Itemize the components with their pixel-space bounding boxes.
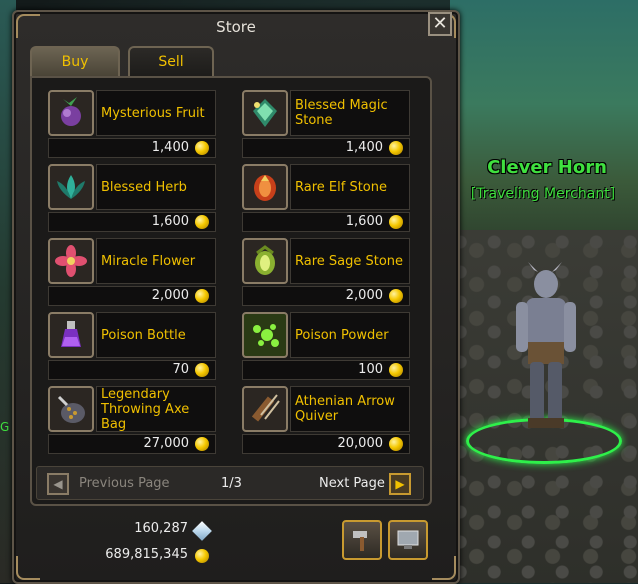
- gold-coin-icon: [195, 215, 209, 229]
- item-name: Mysterious Fruit: [96, 90, 216, 136]
- shop-item-rare-sage-stone[interactable]: Rare Sage Stone 2,000: [242, 238, 412, 306]
- sage-stone-icon: [242, 238, 288, 284]
- tab-sell[interactable]: Sell: [128, 46, 214, 76]
- gold-coin-icon: [389, 363, 403, 377]
- item-price: 27,000: [48, 434, 216, 454]
- item-name: Rare Sage Stone: [290, 238, 410, 284]
- item-name: Poison Bottle: [96, 312, 216, 358]
- npc-name: Clever Horn: [487, 157, 607, 178]
- gold-coin-icon: [389, 215, 403, 229]
- item-name: Athenian Arrow Quiver: [290, 386, 410, 432]
- shop-item-blessed-herb[interactable]: Blessed Herb 1,600: [48, 164, 218, 232]
- previous-page-button[interactable]: ◀: [47, 473, 69, 495]
- poison-bottle-icon: [48, 312, 94, 358]
- shop-item-athenian-arrow-quiver[interactable]: Athenian Arrow Quiver 20,000: [242, 386, 412, 454]
- offscreen-nameplate-fragment: G: [0, 420, 10, 434]
- repair-button[interactable]: [342, 520, 382, 560]
- wallet-gems: 160,287: [28, 521, 188, 536]
- page-indicator: 1/3: [221, 476, 242, 491]
- item-price: 100: [242, 360, 410, 380]
- flower-icon: [48, 238, 94, 284]
- wallet-gold: 689,815,345: [28, 547, 188, 562]
- elf-stone-icon: [242, 164, 288, 210]
- next-page-label: Next Page: [319, 476, 385, 491]
- pagination-bar: ◀ Previous Page 1/3 Next Page ▶: [36, 466, 424, 500]
- hammer-icon: [353, 531, 367, 551]
- tab-buy[interactable]: Buy: [30, 46, 120, 76]
- item-name: Poison Powder: [290, 312, 410, 358]
- window-title: Store: [216, 18, 256, 36]
- item-name: Rare Elf Stone: [290, 164, 410, 210]
- item-price: 1,600: [242, 212, 410, 232]
- item-name: Miracle Flower: [96, 238, 216, 284]
- herb-icon: [48, 164, 94, 210]
- shop-item-poison-bottle[interactable]: Poison Bottle 70: [48, 312, 218, 380]
- background-grass: [450, 0, 638, 260]
- shop-item-legendary-throwing-axe-bag[interactable]: Legendary Throwing Axe Bag 27,000: [48, 386, 218, 454]
- gold-coin-icon: [195, 289, 209, 303]
- item-name: Blessed Herb: [96, 164, 216, 210]
- gold-coin-icon: [195, 549, 209, 563]
- arrow-right-icon: ▶: [395, 477, 405, 491]
- item-name: Blessed Magic Stone: [290, 90, 410, 136]
- quiver-icon: [242, 386, 288, 432]
- close-button[interactable]: ✕: [428, 12, 452, 36]
- shop-item-miracle-flower[interactable]: Miracle Flower 2,000: [48, 238, 218, 306]
- gold-coin-icon: [195, 437, 209, 451]
- gold-balance: 689,815,345: [105, 547, 188, 562]
- gold-coin-icon: [389, 437, 403, 451]
- previous-page-label: Previous Page: [79, 476, 170, 491]
- gold-coin-icon: [389, 289, 403, 303]
- axe-bag-icon: [48, 386, 94, 432]
- item-price: 1,400: [48, 138, 216, 158]
- fruit-icon: [48, 90, 94, 136]
- item-name: Legendary Throwing Axe Bag: [96, 386, 216, 432]
- shop-item-rare-elf-stone[interactable]: Rare Elf Stone 1,600: [242, 164, 412, 232]
- item-price: 1,400: [242, 138, 410, 158]
- npc-body: [516, 262, 576, 428]
- npc-title: [Traveling Merchant]: [470, 186, 616, 202]
- close-icon: ✕: [432, 13, 448, 34]
- monitor-icon: [397, 530, 419, 549]
- trade-history-button[interactable]: [388, 520, 428, 560]
- gem-balance: 160,287: [134, 521, 188, 536]
- shop-item-mysterious-fruit[interactable]: Mysterious Fruit 1,400: [48, 90, 218, 158]
- item-price: 20,000: [242, 434, 410, 454]
- next-page-button[interactable]: ▶: [389, 473, 411, 495]
- poison-powder-icon: [242, 312, 288, 358]
- gold-coin-icon: [195, 141, 209, 155]
- frame-corner: [432, 556, 456, 580]
- shop-item-blessed-magic-stone[interactable]: Blessed Magic Stone 1,400: [242, 90, 412, 158]
- item-price: 2,000: [48, 286, 216, 306]
- gold-coin-icon: [195, 363, 209, 377]
- item-price: 70: [48, 360, 216, 380]
- npc-character[interactable]: [500, 262, 584, 442]
- magic-stone-icon: [242, 90, 288, 136]
- shop-item-poison-powder[interactable]: Poison Powder 100: [242, 312, 412, 380]
- item-price: 2,000: [242, 286, 410, 306]
- arrow-left-icon: ◀: [53, 477, 63, 491]
- gold-coin-icon: [389, 141, 403, 155]
- item-price: 1,600: [48, 212, 216, 232]
